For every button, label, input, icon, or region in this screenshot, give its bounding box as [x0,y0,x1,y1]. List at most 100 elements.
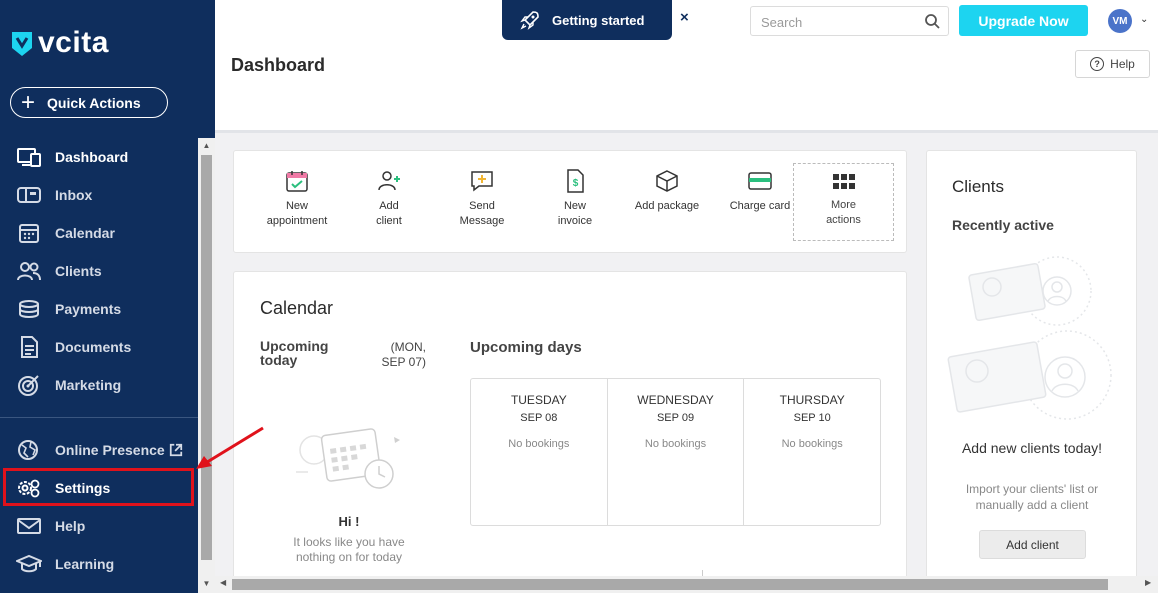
quick-actions-card: New appointment Add client Send Message … [233,150,907,253]
sidebar-item-marketing[interactable]: Marketing [0,366,198,404]
sidebar-item-label: Learning [55,556,115,572]
help-button[interactable]: ? Help [1075,50,1150,78]
sidebar-item-documents[interactable]: Documents [0,328,198,366]
quick-actions-label: Quick Actions [47,94,141,111]
payments-icon [19,300,39,318]
page-title: Dashboard [231,55,326,75]
day-column[interactable]: THURSDAY SEP 10 No bookings [744,379,880,525]
day-status: No bookings [508,438,570,450]
empty-title: Hi ! [338,514,360,529]
day-date: SEP 09 [656,412,695,424]
day-column[interactable]: TUESDAY SEP 08 No bookings [471,379,608,525]
sidebar-item-label: Dashboard [55,149,129,165]
svg-text:$: $ [573,178,579,189]
annotation-arrow-icon [196,426,264,469]
marketing-icon [18,375,39,396]
add-clients-title: Add new clients today! [961,440,1103,456]
search-icon[interactable] [924,13,940,29]
settings-highlight-box [3,468,194,506]
charge-card-action[interactable]: Charge card [715,169,805,214]
sidebar-item-calendar[interactable]: Calendar [0,214,198,252]
page-header: Dashboard ? Help [215,41,1158,130]
sidebar-item-online-presence[interactable]: Online Presence [0,431,198,469]
header-divider [215,130,1158,133]
vcita-logo[interactable]: vcita [10,26,109,60]
getting-started-button[interactable]: Getting started [502,0,672,40]
sidebar-item-label: Payments [55,301,122,317]
quick-actions-button[interactable]: + Quick Actions [10,87,168,118]
clients-title: Clients [952,177,1004,196]
vcita-logo-icon [12,32,32,56]
sidebar-item-inbox[interactable]: Inbox [0,176,198,214]
chevron-down-icon[interactable]: ⌄ [1140,14,1148,25]
sidebar-item-label: Help [55,518,86,534]
sidebar-nav: Dashboard Inbox Calendar Clients Payment… [0,138,198,404]
globe-icon [18,440,38,460]
today-date: (MON, SEP 07) [381,340,426,369]
horizontal-scrollbar-thumb[interactable] [232,579,1108,590]
scroll-left-icon[interactable]: ◀ [220,578,226,587]
rocket-icon [520,11,539,30]
day-status: No bookings [781,438,843,450]
day-status: No bookings [644,438,707,450]
calendar-card: Calendar Upcoming today (MON, SEP 07) Up… [233,271,907,581]
sidebar-item-learning[interactable]: Learning [0,545,198,583]
day-date: SEP 08 [520,412,558,424]
sidebar-item-label: Inbox [55,187,93,203]
sidebar-bottom-nav: Online Presence Settings Help Learning [0,431,198,583]
external-link-icon [169,443,182,457]
day-name: TUESDAY [510,393,567,407]
sidebar-item-clients[interactable]: Clients [0,252,198,290]
sidebar-item-payments[interactable]: Payments [0,290,198,328]
sidebar-item-label: Marketing [55,377,122,393]
grid-icon [832,174,855,189]
mail-icon [17,518,41,534]
send-message-action[interactable]: Send Message [437,169,527,229]
more-actions-button[interactable]: More actions [793,163,894,241]
avatar[interactable]: VM [1108,9,1132,33]
inbox-icon [17,187,41,203]
action-label: Message [459,215,505,227]
action-label: appointment [266,215,328,227]
action-label: client [376,215,402,227]
sidebar-item-help[interactable]: Help [0,507,198,545]
credit-card-icon [748,172,772,190]
add-client-action[interactable]: Add client [344,169,434,229]
new-appointment-action[interactable]: New appointment [252,169,342,229]
action-label: New [285,200,308,212]
day-column[interactable]: WEDNESDAY SEP 09 No bookings [608,379,745,525]
action-label: Add package [634,200,700,212]
day-date: SEP 10 [793,412,831,424]
action-label: Charge card [729,200,791,212]
new-invoice-action[interactable]: $ New invoice [530,169,620,229]
sidebar-divider [0,417,198,418]
documents-icon [21,336,38,358]
package-icon [656,170,678,192]
recently-active-label: Recently active [952,217,1054,233]
action-label: Send [469,200,495,212]
calendar-check-icon [286,171,308,192]
search-input[interactable]: Search [750,6,949,36]
sidebar-item-dashboard[interactable]: Dashboard [0,138,198,176]
graduation-cap-icon [16,554,42,573]
sidebar-item-label: Documents [55,339,132,355]
close-icon[interactable]: × [680,9,694,27]
clients-icon [17,262,41,281]
add-package-action[interactable]: Add package [622,169,712,214]
upgrade-now-button[interactable]: Upgrade Now [959,5,1088,36]
invoice-icon: $ [567,169,584,193]
help-label: Help [1110,57,1135,71]
empty-calendar-illustration [296,428,400,489]
scroll-right-icon[interactable]: ▶ [1145,578,1151,587]
search-placeholder: Search [761,15,803,30]
scroll-up-icon[interactable]: ▲ [201,140,212,152]
upcoming-today-label: Upcoming today [260,338,329,368]
calendar-icon [19,224,39,243]
calendar-title: Calendar [260,298,334,318]
sidebar-item-label: Online Presence [55,442,165,458]
more-actions-label: More [830,199,857,211]
scroll-down-icon[interactable]: ▼ [201,578,212,590]
add-client-button[interactable]: Add client [979,530,1086,559]
day-name: WEDNESDAY [637,393,714,407]
sidebar-scrollbar-thumb[interactable] [201,155,212,560]
